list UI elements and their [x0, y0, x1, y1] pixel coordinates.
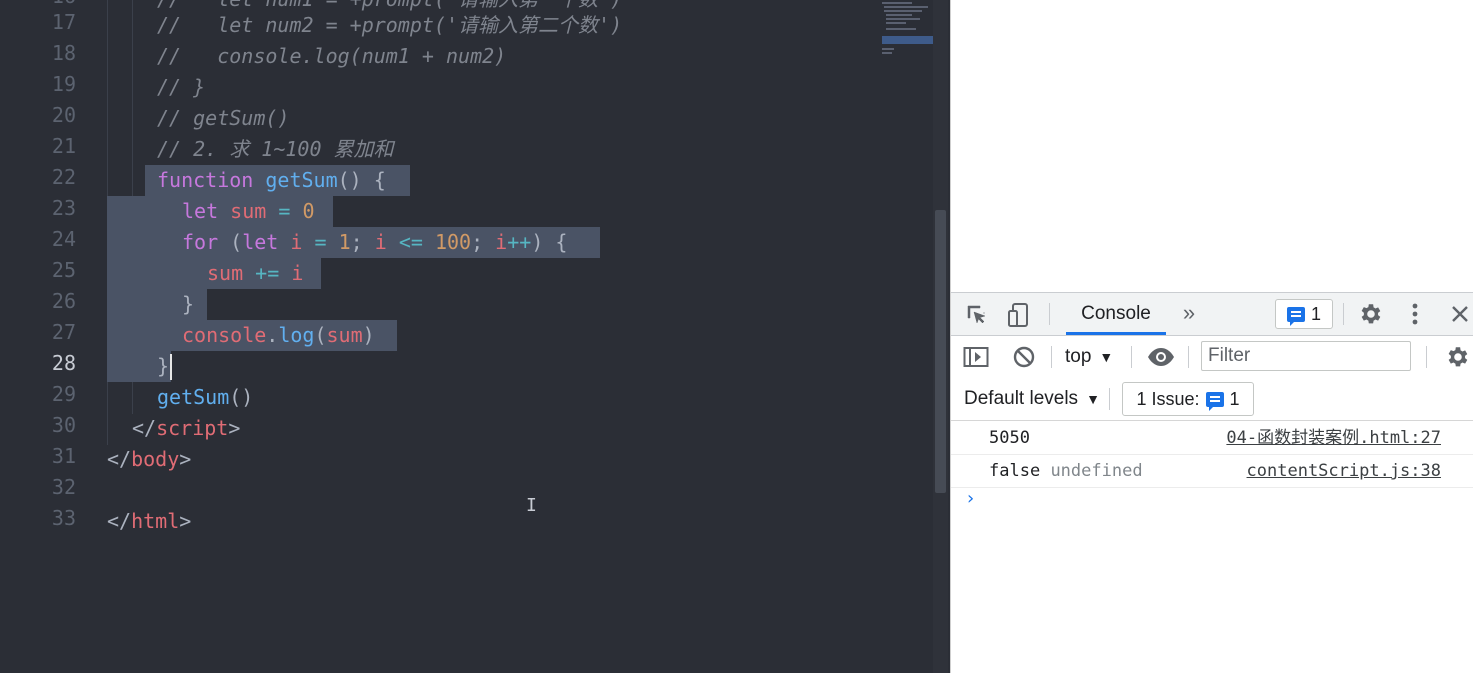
minimap[interactable] — [880, 0, 934, 60]
console-prompt-chevron[interactable]: › — [965, 488, 976, 509]
code-line-27: console.log(sum) — [182, 323, 375, 347]
console-toolbar: top ▼ — [951, 336, 1473, 379]
issues-count: 1 — [1310, 303, 1321, 324]
dropdown-arrow-icon: ▼ — [1099, 349, 1114, 365]
code-line-20: // getSum() — [157, 106, 290, 130]
line-number: 24 — [51, 227, 76, 251]
mouse-ibeam-cursor: I — [526, 495, 537, 516]
message-value: false undefined — [989, 461, 1143, 481]
code-line-22: function getSum() { — [157, 168, 386, 192]
line-number: 17 — [51, 10, 76, 34]
code-editor[interactable]: 16 17 18 19 20 21 22 23 24 25 26 27 28 2… — [0, 0, 948, 673]
code-line-18: // console.log(num1 + num2) — [157, 44, 507, 68]
console-message: false undefined contentScript.js:38 — [951, 455, 1473, 488]
code-line-29: getSum() — [157, 385, 254, 409]
log-levels-label: Default levels — [964, 388, 1079, 409]
line-number: 31 — [51, 444, 76, 468]
active-tab-indicator — [1066, 332, 1166, 335]
issues-count: 1 — [1229, 388, 1240, 409]
line-number: 23 — [51, 196, 76, 220]
line-number: 30 — [51, 413, 76, 437]
line-number: 25 — [51, 258, 76, 282]
issues-label: 1 Issue: — [1136, 388, 1200, 409]
editor-scrollbar-thumb[interactable] — [935, 210, 946, 493]
line-number-active: 28 — [51, 351, 76, 375]
inspect-element-icon[interactable] — [963, 301, 991, 329]
message-icon — [1205, 391, 1224, 411]
line-number-gutter: 16 17 18 19 20 21 22 23 24 25 26 27 28 2… — [0, 0, 90, 673]
line-number: 20 — [51, 103, 76, 127]
code-line-26: } — [182, 292, 195, 316]
issues-button[interactable]: 1 Issue: 1 — [1122, 382, 1254, 416]
code-line-19: // } — [157, 75, 206, 99]
log-levels-dropdown[interactable]: Default levels ▼ — [964, 386, 1100, 412]
devtools-panel[interactable]: Console » 1 top ▼ Filter Default levels … — [950, 0, 1473, 673]
tab-console[interactable]: Console — [1066, 293, 1166, 335]
line-number: 29 — [51, 382, 76, 406]
text-cursor — [170, 354, 172, 380]
line-number: 19 — [51, 72, 76, 96]
code-line-30: </script> — [132, 416, 241, 440]
line-number: 21 — [51, 134, 76, 158]
devtools-main-toolbar: Console » 1 — [951, 292, 1473, 336]
message-source-link[interactable]: 04-函数封装案例.html:27 — [1226, 422, 1441, 454]
code-line-17: // let num2 = +prompt('请输入第二个数') — [157, 13, 623, 37]
console-message: 5050 04-函数封装案例.html:27 — [951, 422, 1473, 455]
code-line-21: // 2. 求 1~100 累加和 — [157, 137, 394, 161]
code-line-23: let sum = 0 — [182, 199, 315, 223]
code-line-33: </html> — [107, 509, 192, 533]
sidebar-toggle-icon[interactable] — [961, 343, 991, 371]
message-value: 5050 — [989, 428, 1030, 448]
dropdown-arrow-icon: ▼ — [1086, 391, 1100, 407]
line-number: 27 — [51, 320, 76, 344]
line-number: 18 — [51, 41, 76, 65]
line-number: 22 — [51, 165, 76, 189]
console-levels-bar: Default levels ▼ 1 Issue: 1 — [951, 378, 1473, 421]
live-expression-eye-icon[interactable] — [1145, 343, 1177, 371]
clear-console-icon[interactable] — [1009, 343, 1039, 371]
console-settings-gear-icon[interactable] — [1444, 343, 1473, 371]
line-number: 26 — [51, 289, 76, 313]
line-number: 16 — [16, 0, 76, 8]
more-tabs-icon[interactable]: » — [1177, 299, 1201, 327]
device-toggle-icon[interactable] — [1005, 301, 1033, 329]
close-icon[interactable] — [1447, 300, 1473, 328]
settings-gear-icon[interactable] — [1355, 300, 1385, 328]
code-line-24: for (let i = 1; i <= 100; i++) { — [182, 230, 568, 254]
code-area[interactable]: // let num1 = +prompt('请输入第一个数') // let … — [107, 0, 928, 673]
kebab-menu-icon[interactable] — [1403, 300, 1427, 328]
filter-input[interactable] — [1201, 341, 1411, 371]
code-line-31: </body> — [107, 447, 192, 471]
line-number: 33 — [51, 506, 76, 530]
context-value: top — [1065, 346, 1092, 367]
code-line-28: } — [157, 354, 170, 378]
message-source-link[interactable]: contentScript.js:38 — [1247, 455, 1441, 487]
context-selector[interactable]: top ▼ — [1065, 344, 1113, 370]
issues-counter-button[interactable]: 1 — [1275, 299, 1333, 329]
line-number: 32 — [51, 475, 76, 499]
message-icon — [1286, 306, 1305, 326]
code-line-25: sum += i — [207, 261, 304, 285]
